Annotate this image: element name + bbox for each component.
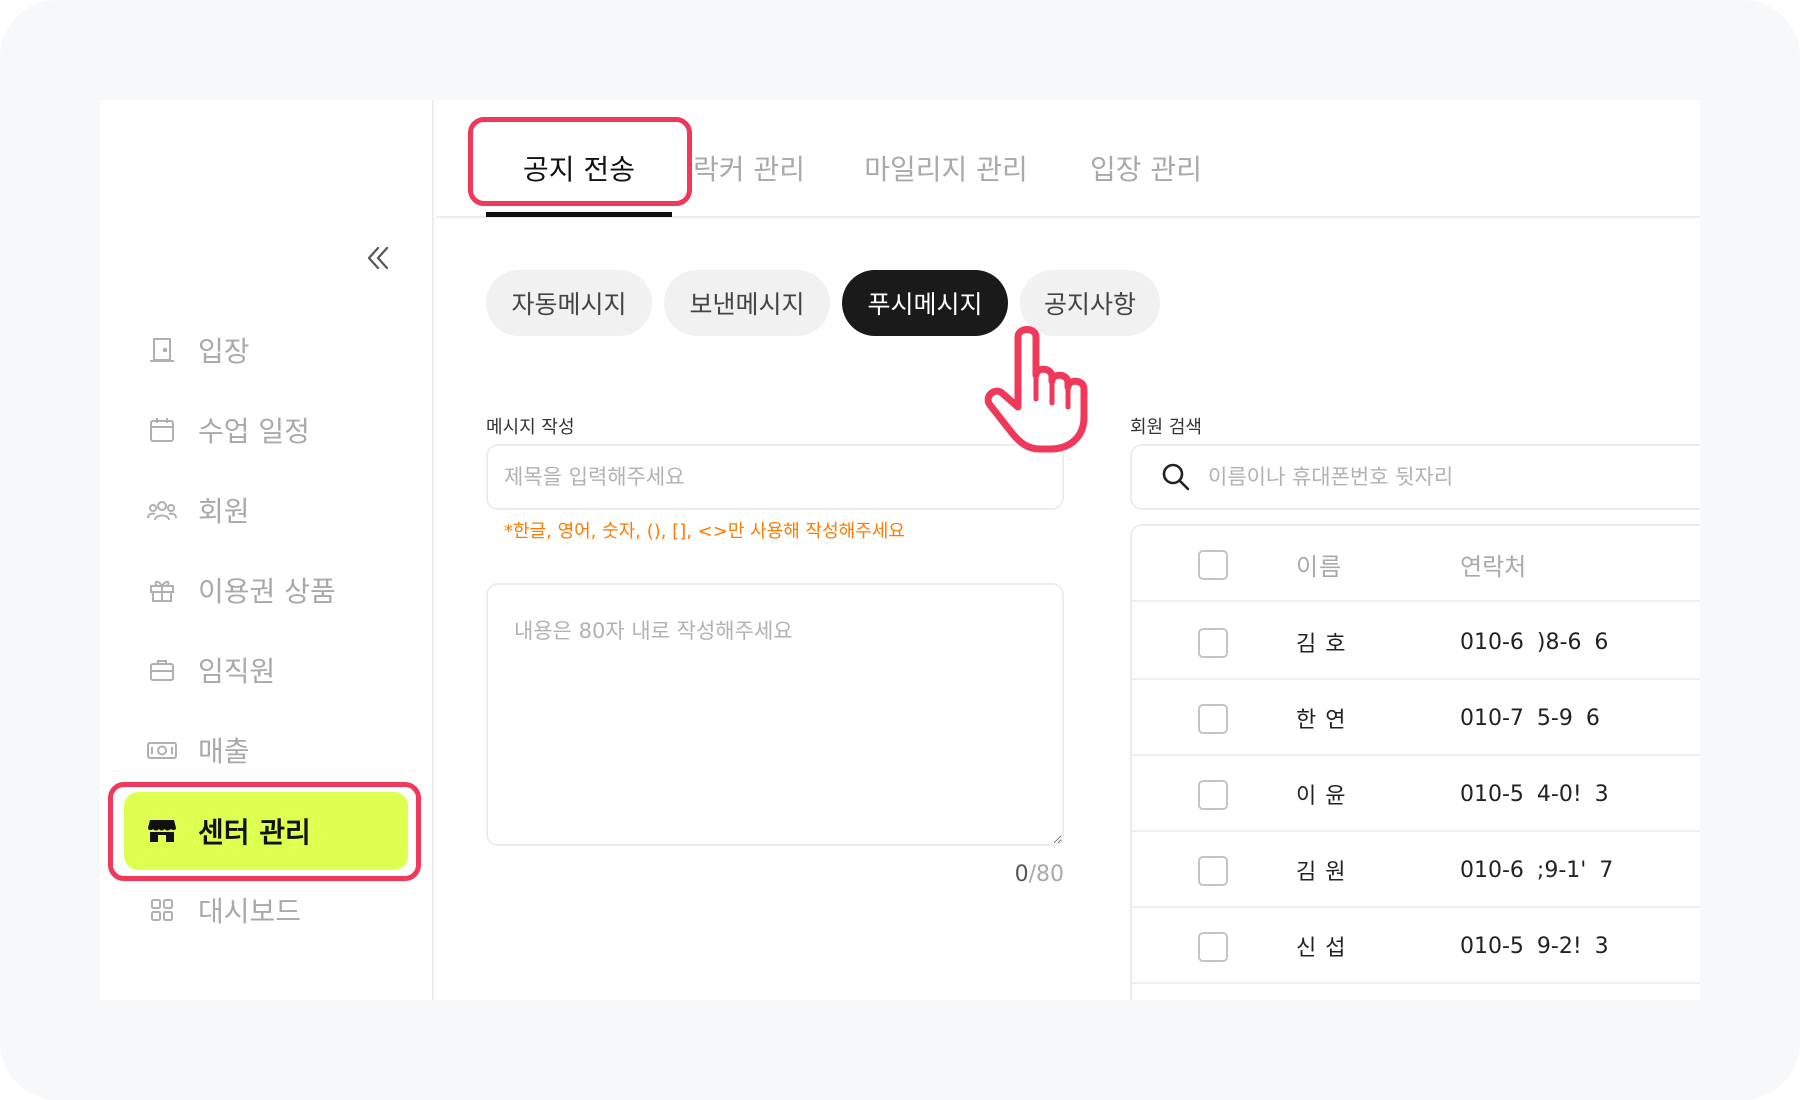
sidebar-item-sales[interactable]: 매출 — [124, 711, 408, 789]
column-header-name: 이름 — [1296, 552, 1343, 581]
input-rule-hint: *한글, 영어, 숫자, (), [], <>만 사용해 작성해주세요 — [504, 521, 905, 542]
subtab-auto-message[interactable]: 자동메시지 — [486, 270, 652, 336]
sidebar-item-label: 회원 — [198, 495, 250, 528]
character-count-max: /80 — [1028, 862, 1064, 887]
calendar-icon — [146, 414, 178, 446]
tab-mileage-management[interactable]: 마일리지 관리 — [836, 136, 1056, 200]
briefcase-icon — [146, 654, 178, 686]
subtab-push-message[interactable]: 푸시메시지 — [842, 270, 1008, 336]
member-phone: 010-5 4-0! 3 — [1460, 781, 1609, 807]
gift-icon — [146, 574, 178, 606]
member-name: 김 호 — [1296, 632, 1347, 657]
door-icon — [146, 334, 178, 366]
app-window: 입장 수업 일정 회원 이용권 상품 임직원 매출 센터 관리 대시보드 공지 … — [100, 100, 1700, 1000]
character-counter: 0/80 — [1015, 862, 1064, 887]
member-name: 신 섭 — [1296, 936, 1347, 961]
hand-pointer-icon — [984, 326, 1088, 453]
member-table: 이름 연락처 김 호 010-6 )8-6 6 한 연 010-7 5-9 6 … — [1130, 524, 1700, 1000]
sidebar-item-center-management[interactable]: 센터 관리 — [124, 792, 408, 870]
message-body-textarea[interactable] — [486, 583, 1064, 846]
sidebar: 입장 수업 일정 회원 이용권 상품 임직원 매출 센터 관리 대시보드 — [100, 100, 434, 1000]
member-phone: 010-6 ;9-1' 7 — [1460, 857, 1614, 883]
member-name: 이 윤 — [1296, 784, 1347, 809]
banknote-icon — [146, 734, 178, 766]
row-checkbox[interactable] — [1198, 780, 1228, 810]
tab-locker-management[interactable]: 락커 관리 — [674, 136, 824, 200]
table-row[interactable]: 김 원 010-6 ;9-1' 7 — [1132, 832, 1700, 908]
users-icon — [146, 494, 178, 526]
row-checkbox[interactable] — [1198, 856, 1228, 886]
double-chevron-left-icon — [367, 246, 389, 270]
sidebar-item-label: 입장 — [198, 335, 250, 368]
subtab-notice[interactable]: 공지사항 — [1020, 270, 1160, 336]
member-search-input[interactable] — [1130, 444, 1700, 510]
member-phone: 010-6 )8-6 6 — [1460, 629, 1609, 655]
tab-notice-send[interactable]: 공지 전송 — [486, 136, 672, 200]
sidebar-item-entry[interactable]: 입장 — [124, 311, 408, 389]
sidebar-item-label: 매출 — [198, 735, 250, 768]
grid-icon — [146, 894, 178, 926]
screenshot-frame: 입장 수업 일정 회원 이용권 상품 임직원 매출 센터 관리 대시보드 공지 … — [0, 0, 1800, 1100]
sidebar-item-label: 수업 일정 — [198, 415, 310, 448]
table-row[interactable]: 신 섭 010-5 9-2! 3 — [1132, 908, 1700, 984]
select-all-checkbox[interactable] — [1198, 550, 1228, 580]
character-count-current: 0 — [1014, 862, 1029, 887]
sidebar-item-membership-products[interactable]: 이용권 상품 — [124, 551, 408, 629]
sidebar-item-label: 임직원 — [198, 655, 276, 688]
table-header-row: 이름 연락처 — [1132, 526, 1700, 602]
sidebar-item-label: 대시보드 — [198, 895, 302, 928]
sidebar-collapse-button[interactable] — [358, 238, 398, 278]
column-header-phone: 연락처 — [1460, 552, 1527, 581]
sidebar-item-staff[interactable]: 임직원 — [124, 631, 408, 709]
member-search-box — [1130, 444, 1700, 510]
member-name: 한 연 — [1296, 708, 1347, 733]
member-phone: 010-5 9-2! 3 — [1460, 933, 1609, 959]
active-tab-underline — [486, 212, 672, 217]
message-title-input[interactable] — [486, 444, 1064, 510]
sidebar-item-label: 센터 관리 — [198, 816, 311, 849]
member-name: 김 원 — [1296, 860, 1347, 885]
tab-entry-management[interactable]: 입장 관리 — [1066, 136, 1226, 200]
row-checkbox[interactable] — [1198, 932, 1228, 962]
table-row[interactable]: 이 윤 010-5 4-0! 3 — [1132, 756, 1700, 832]
member-phone: 010-7 5-9 6 — [1460, 705, 1600, 731]
sidebar-item-members[interactable]: 회원 — [124, 471, 408, 549]
subtab-sent-message[interactable]: 보낸메시지 — [664, 270, 830, 336]
member-search-section-label: 회원 검색 — [1130, 417, 1202, 438]
sidebar-item-label: 이용권 상품 — [198, 575, 336, 608]
main-content: 공지 전송 락커 관리 마일리지 관리 입장 관리 자동메시지 보낸메시지 푸시… — [436, 100, 1700, 1000]
table-row[interactable]: 김 호 010-6 )8-6 6 — [1132, 604, 1700, 680]
row-checkbox[interactable] — [1198, 628, 1228, 658]
sidebar-item-dashboard[interactable]: 대시보드 — [124, 871, 408, 949]
sidebar-item-class-schedule[interactable]: 수업 일정 — [124, 391, 408, 469]
search-icon — [1162, 463, 1190, 491]
tab-bar: 공지 전송 락커 관리 마일리지 관리 입장 관리 — [436, 100, 1700, 218]
table-row[interactable]: 한 연 010-7 5-9 6 — [1132, 680, 1700, 756]
row-checkbox[interactable] — [1198, 704, 1228, 734]
compose-section-label: 메시지 작성 — [486, 417, 575, 438]
store-icon — [146, 815, 178, 847]
